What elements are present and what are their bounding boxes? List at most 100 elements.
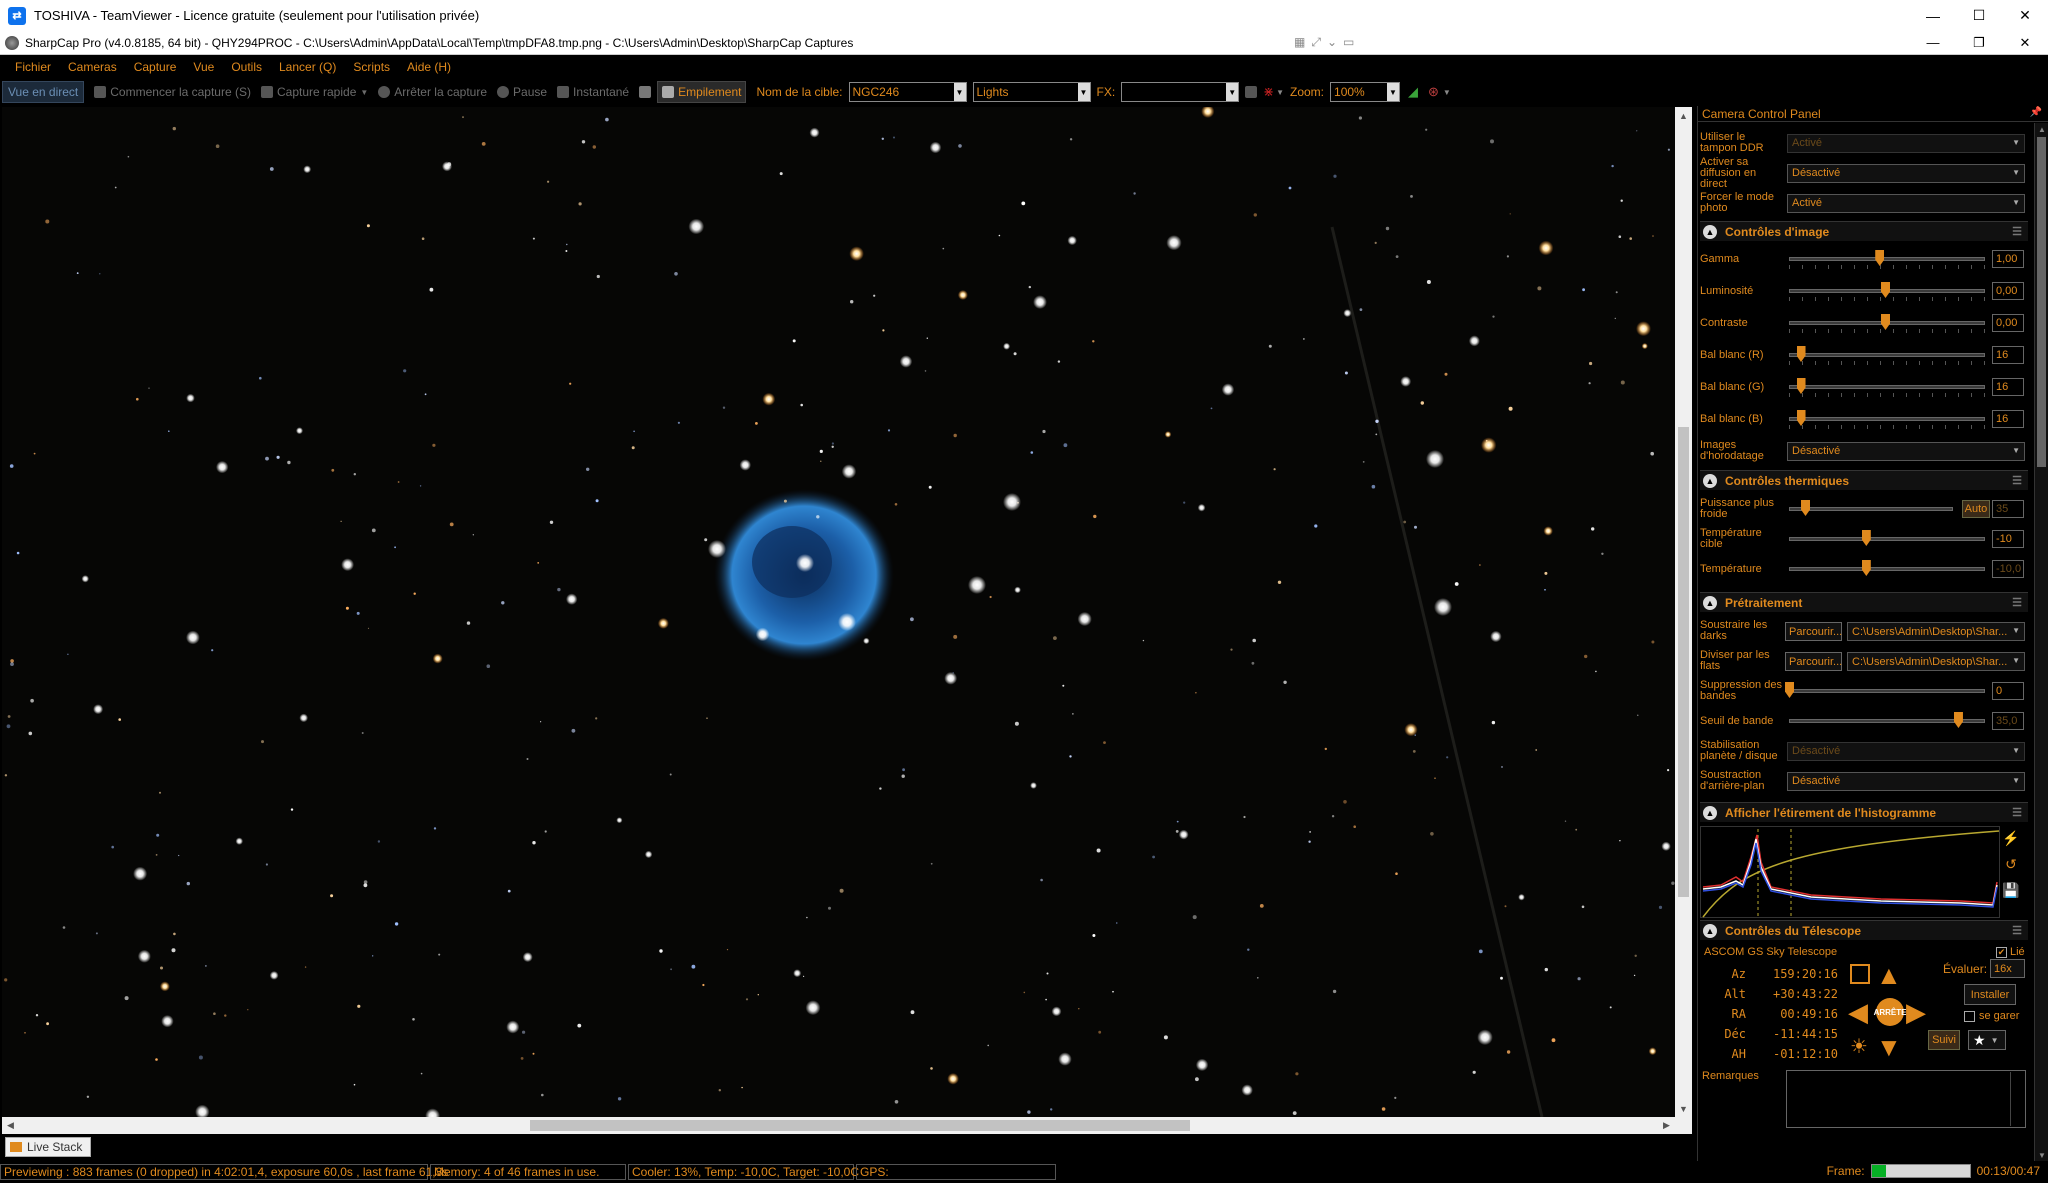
auto-stretch-icon[interactable]: ⚡: [2001, 828, 2021, 848]
vertical-scroll-thumb[interactable]: [1678, 427, 1689, 897]
telescope-header[interactable]: ▲ Contrôles du Télescope ☰: [1700, 920, 2028, 940]
crosshair-icon[interactable]: ⋇: [1263, 84, 1274, 100]
star-menu-button[interactable]: ★ ▼: [1968, 1030, 2006, 1050]
collapse-icon[interactable]: ▲: [1703, 473, 1717, 488]
image-controls-header[interactable]: ▲ Contrôles d'image ☰: [1700, 221, 2028, 241]
target-name-input[interactable]: NGC246 ▼: [848, 82, 967, 102]
menu-lancer[interactable]: Lancer (Q): [279, 60, 336, 74]
cooler-auto-button[interactable]: Auto: [1962, 500, 1990, 518]
menu-scripts[interactable]: Scripts: [353, 60, 390, 74]
slew-south-icon[interactable]: ▼: [1876, 1034, 1902, 1060]
menu-outils[interactable]: Outils: [231, 60, 262, 74]
image-slider-track[interactable]: [1789, 257, 1985, 261]
histogram-icon[interactable]: ◢: [1408, 84, 1418, 100]
background-select[interactable]: Désactivé ▼: [1787, 771, 2025, 791]
banding-value[interactable]: 0: [1992, 682, 2024, 700]
chevron-down-icon[interactable]: ▼: [1387, 83, 1400, 101]
image-slider-thumb[interactable]: [1881, 314, 1890, 330]
sc-close-button[interactable]: ✕: [2002, 31, 2048, 54]
tv-maximize-button[interactable]: ☐: [1956, 0, 2002, 31]
quick-capture-button[interactable]: Capture rapide ▼: [260, 85, 368, 99]
pin-icon[interactable]: 📌: [2030, 107, 2042, 118]
image-slider-value[interactable]: 16: [1992, 410, 2024, 428]
remote-grid-icon[interactable]: ▦: [1294, 35, 1305, 50]
reticle-icon[interactable]: [1245, 86, 1258, 98]
menu-capture[interactable]: Capture: [134, 60, 177, 74]
dropdown-arrow-icon[interactable]: ▼: [1276, 88, 1284, 97]
panel-scrollbar[interactable]: ▲ ▼: [2034, 123, 2048, 1161]
target-temp-thumb[interactable]: [1861, 530, 1871, 546]
image-slider-value[interactable]: 0,00: [1992, 314, 2024, 332]
histogram-header[interactable]: ▲ Afficher l'étirement de l'histogramme …: [1700, 802, 2028, 822]
image-slider-track[interactable]: [1789, 353, 1985, 357]
image-slider-thumb[interactable]: [1796, 410, 1806, 426]
image-slider-value[interactable]: 16: [1992, 378, 2024, 396]
tv-close-button[interactable]: ✕: [2002, 0, 2048, 31]
threshold-thumb[interactable]: [1953, 712, 1963, 728]
collapse-icon[interactable]: ▲: [1703, 805, 1717, 820]
install-button[interactable]: Installer: [1964, 984, 2016, 1005]
flats-path-select[interactable]: C:\Users\Admin\Desktop\Shar... ▼: [1847, 652, 2025, 671]
pause-button[interactable]: Pause: [497, 85, 547, 99]
target-temp-slider[interactable]: [1789, 537, 1985, 541]
park-checkbox[interactable]: [1964, 1010, 1975, 1022]
sc-minimize-button[interactable]: —: [1910, 31, 1956, 54]
stacking-button[interactable]: Empilement: [657, 81, 747, 103]
image-slider-track[interactable]: [1789, 417, 1985, 421]
live-broadcast-select[interactable]: Désactivé ▼: [1787, 163, 2025, 183]
panel-scroll-thumb[interactable]: [2037, 137, 2046, 467]
collapse-icon[interactable]: ▲: [1703, 224, 1717, 239]
scroll-left-icon[interactable]: ◀: [2, 1117, 19, 1134]
image-slider-value[interactable]: 16: [1992, 346, 2024, 364]
image-slider-track[interactable]: [1789, 385, 1985, 389]
image-slider-thumb[interactable]: [1796, 378, 1806, 394]
fx-select[interactable]: ▼: [1121, 82, 1240, 102]
darks-browse-button[interactable]: Parcourir...: [1785, 622, 1842, 641]
cooler-power-thumb[interactable]: [1801, 500, 1810, 516]
chevron-down-icon[interactable]: ▼: [953, 83, 966, 101]
goto-target-icon[interactable]: [1850, 964, 1870, 984]
image-slider-value[interactable]: 1,00: [1992, 250, 2024, 268]
stop-capture-button[interactable]: Arrêter la capture: [378, 85, 487, 99]
remote-chevron-icon[interactable]: ⌄: [1327, 35, 1337, 50]
ddr-buffer-select[interactable]: Activé ▼: [1787, 133, 2025, 153]
remarks-scrollbar[interactable]: [2010, 1072, 2024, 1126]
menu-cameras[interactable]: Cameras: [68, 60, 117, 74]
slew-west-icon[interactable]: ◀: [1848, 999, 1868, 1025]
flats-browse-button[interactable]: Parcourir...: [1785, 652, 1842, 671]
horizontal-scroll-thumb[interactable]: [530, 1120, 1190, 1131]
stop-slew-button[interactable]: ARRÊTE: [1874, 998, 1906, 1026]
collapse-icon[interactable]: ▲: [1703, 923, 1717, 938]
teamviewer-remote-controls[interactable]: ▦ ⤢ ⌄ ▭: [1294, 35, 1354, 50]
section-menu-icon[interactable]: ☰: [2012, 806, 2022, 819]
menu-fichier[interactable]: Fichier: [15, 60, 51, 74]
dropdown-arrow-icon[interactable]: ▼: [360, 88, 368, 97]
slew-north-icon[interactable]: ▲: [1876, 962, 1902, 988]
park-checkbox-row[interactable]: se garer: [1964, 1010, 2019, 1022]
darks-path-select[interactable]: C:\Users\Admin\Desktop\Shar... ▼: [1847, 622, 2025, 641]
remote-monitor-icon[interactable]: ▭: [1343, 35, 1354, 50]
viewport-horizontal-scrollbar[interactable]: ◀ ▶: [2, 1117, 1675, 1134]
tv-minimize-button[interactable]: —: [1910, 0, 1956, 31]
settings-icon[interactable]: [639, 86, 652, 98]
save-stretch-icon[interactable]: 💾: [2001, 880, 2021, 900]
image-slider-thumb[interactable]: [1796, 346, 1806, 362]
zoom-select[interactable]: 100% ▼: [1330, 82, 1401, 102]
live-view-button[interactable]: Vue en direct: [2, 81, 85, 103]
slew-east-icon[interactable]: ▶: [1906, 999, 1926, 1025]
sc-restore-button[interactable]: ❐: [1956, 31, 2002, 54]
image-slider-value[interactable]: 0,00: [1992, 282, 2024, 300]
timestamp-select[interactable]: Désactivé ▼: [1787, 441, 2025, 461]
photo-mode-select[interactable]: Activé ▼: [1787, 193, 2025, 213]
section-menu-icon[interactable]: ☰: [2012, 596, 2022, 609]
viewport-vertical-scrollbar[interactable]: ▲ ▼: [1675, 107, 1692, 1117]
threshold-value[interactable]: 35,0: [1992, 712, 2024, 730]
rate-select[interactable]: 16x: [1990, 959, 2025, 978]
section-menu-icon[interactable]: ☰: [2012, 225, 2022, 238]
linked-checkbox-row[interactable]: ✔ Lié: [1996, 946, 2025, 958]
sun-icon[interactable]: ☀: [1850, 1034, 1868, 1060]
frame-type-select[interactable]: Lights ▼: [972, 82, 1091, 102]
linked-checkbox[interactable]: ✔: [1996, 946, 2007, 958]
snapshot-button[interactable]: Instantané: [557, 85, 629, 99]
collapse-icon[interactable]: ▲: [1703, 595, 1717, 610]
